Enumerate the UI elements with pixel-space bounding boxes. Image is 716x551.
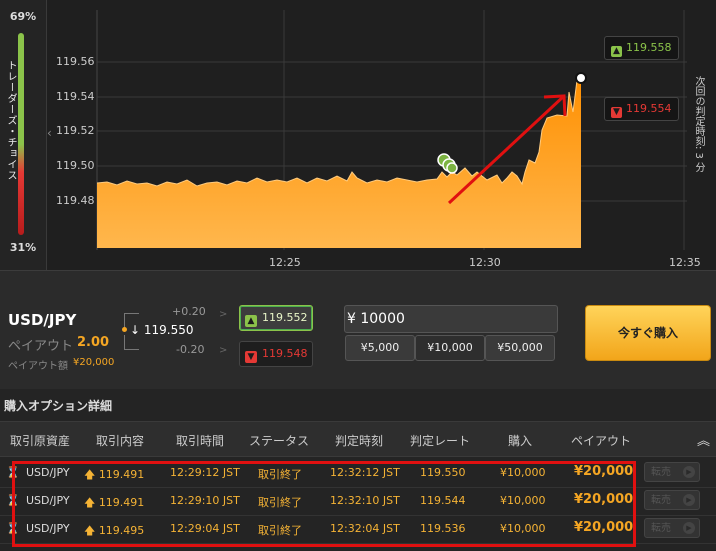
arrow-down-icon: ↓	[130, 323, 144, 337]
low-button-label: 119.548	[262, 347, 308, 360]
resell-label: 転売	[651, 523, 671, 534]
col-trade-time: 取引時間	[176, 434, 225, 448]
arrow-up-icon: ▲	[245, 315, 257, 327]
current-price: ↓ 119.550	[130, 323, 194, 337]
col-direction: 取引内容	[96, 434, 145, 448]
arrow-up-icon: ▲	[611, 46, 622, 57]
col-asset: 取引原資産	[10, 434, 71, 448]
resell-button[interactable]: 転売 ▶	[644, 518, 700, 538]
trade-panel: USD/JPY ペイアウト 2.00 ペイアウト額 ¥20,000 ↓ 119.…	[0, 270, 716, 389]
high-button[interactable]: ▲ 119.552	[239, 305, 313, 331]
traders-choice-label: トレーダーズ・チョイス	[5, 60, 16, 181]
low-button[interactable]: ▼ 119.548	[239, 341, 313, 367]
collapse-icon[interactable]: ︽	[697, 430, 710, 449]
resell-button[interactable]: 転売 ▶	[644, 490, 700, 510]
y-tick: 119.50	[56, 159, 95, 172]
offset-up: +0.20	[172, 305, 206, 318]
play-icon: ▶	[683, 522, 695, 534]
table-header: 取引原資産 取引内容 取引時間 ステータス 判定時刻 判定レート 購入 ペイアウ…	[0, 421, 716, 457]
y-tick: 119.54	[56, 90, 95, 103]
trade-entry-markers	[437, 153, 458, 174]
y-tick: 119.52	[56, 124, 95, 137]
offset-down: -0.20	[176, 343, 205, 356]
col-purchase: 購入	[508, 434, 533, 448]
current-price-dot	[122, 327, 127, 332]
col-status: ステータス	[249, 434, 310, 448]
price-area	[97, 74, 581, 248]
asset-pair[interactable]: USD/JPY	[8, 311, 76, 329]
arrow-down-icon: ▼	[611, 107, 622, 118]
amount-input[interactable]: ¥ 10000	[344, 305, 558, 333]
current-price-point	[575, 72, 587, 84]
details-title: 購入オプション詳細	[4, 399, 113, 413]
resell-label: 転売	[651, 495, 671, 506]
next-judgement-time: 次回の判定時刻: 3 分	[693, 76, 704, 173]
play-icon: ▶	[683, 494, 695, 506]
x-tick: 12:25	[269, 256, 301, 269]
payout-value: 2.00	[77, 335, 110, 350]
chevron-right-icon: >	[219, 345, 228, 356]
up-percent: 69%	[9, 10, 37, 23]
x-tick: 12:30	[469, 256, 501, 269]
y-tick: 119.48	[56, 194, 95, 207]
x-tick: 12:35	[669, 256, 701, 269]
down-percent: 31%	[9, 241, 37, 254]
col-judge-rate: 判定レート	[410, 434, 471, 448]
buy-now-button[interactable]: 今すぐ購入	[585, 305, 711, 361]
payout-amount: ¥20,000	[73, 357, 115, 368]
price-line	[96, 73, 582, 187]
play-icon: ▶	[683, 466, 695, 478]
high-price-value: 119.558	[626, 41, 672, 54]
col-judge-time: 判定時刻	[335, 434, 384, 448]
payout-amount-label: ペイアウト額	[8, 361, 68, 372]
resell-label: 転売	[651, 467, 671, 478]
purchase-details-section: 購入オプション詳細 取引原資産 取引内容 取引時間 ステータス 判定時刻 判定レ…	[0, 389, 716, 551]
payout-label: ペイアウト	[8, 339, 74, 354]
arrow-down-icon: ▼	[245, 351, 257, 363]
bracket-down	[124, 335, 139, 350]
sentiment-bar	[18, 33, 24, 235]
price-chart[interactable]: 119.56 119.54 119.52 119.50 119.48 12:25…	[47, 0, 716, 270]
col-payout: ペイアウト	[571, 434, 632, 448]
preset-5000-button[interactable]: ¥5,000	[345, 335, 415, 361]
resell-button[interactable]: 転売 ▶	[644, 462, 700, 482]
chevron-right-icon: >	[219, 309, 228, 320]
high-button-label: 119.552	[262, 311, 308, 324]
y-tick: 119.56	[56, 55, 95, 68]
current-price-value: 119.550	[143, 323, 194, 337]
preset-10000-button[interactable]: ¥10,000	[415, 335, 485, 361]
high-price-marker: ▲ 119.558	[604, 36, 679, 60]
chart-back-icon[interactable]: ‹	[47, 126, 52, 140]
low-price-value: 119.554	[626, 102, 672, 115]
low-price-marker: ▼ 119.554	[604, 97, 679, 121]
preset-50000-button[interactable]: ¥50,000	[485, 335, 555, 361]
traders-choice-panel: 69% トレーダーズ・チョイス 31%	[0, 0, 47, 270]
highlight-annotation-box	[12, 461, 636, 547]
